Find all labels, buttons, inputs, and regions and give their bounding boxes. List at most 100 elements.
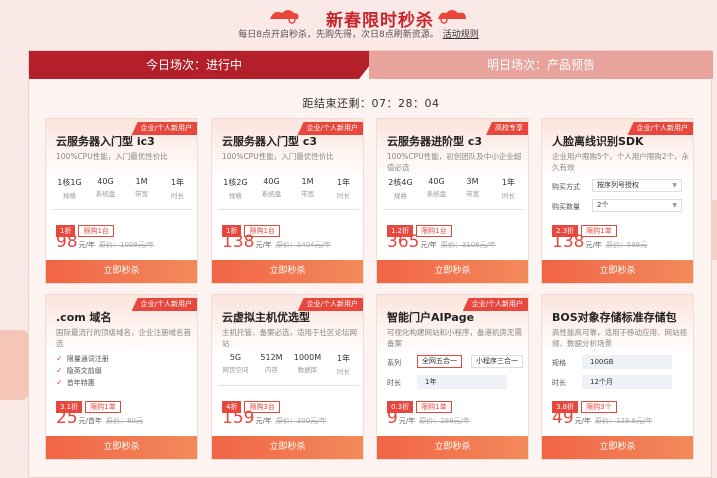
spec-item: 5G 网页空间 bbox=[222, 353, 249, 374]
price-unit: 元/年 bbox=[255, 417, 272, 425]
spec-item: 1年 时长 bbox=[336, 178, 351, 200]
check-icon: ✓ bbox=[56, 378, 63, 387]
buy-now-button[interactable]: 立即秒杀 bbox=[377, 436, 528, 459]
feature-item: ✓ 隐英文前缀 bbox=[56, 366, 102, 375]
user-tag-badge: 企业/个人新用户 bbox=[131, 298, 197, 311]
price-row: 98元/年 原价：1008元/年 bbox=[56, 232, 154, 254]
tab-today[interactable]: 今日场次：进行中 bbox=[29, 51, 359, 79]
spec-item: 1核2G 规格 bbox=[223, 178, 248, 200]
price-unit: 元/首年 bbox=[78, 417, 102, 425]
chevron-down-icon: ▼ bbox=[672, 202, 677, 209]
product-desc: 企业用户限购5个，个人用户限购2个，永久有效 bbox=[552, 152, 690, 172]
spec-item: 1年 时长 bbox=[501, 178, 516, 200]
product-card: 云服务器入门型 ic3 企业/个人新用户 100%CPU性能，入门最优性价比 1… bbox=[45, 118, 198, 284]
original-price: 原价：1404元/年 bbox=[275, 241, 331, 249]
product-card: BOS对象存储标准存储包 高性能高可靠，适用于移动应用、网站视频、数据分析场景 … bbox=[541, 294, 694, 460]
spec-list: 2核4G 规格 40G 系统盘 3M 带宽 1年 时长 bbox=[383, 177, 525, 201]
price: 138 bbox=[552, 232, 585, 252]
product-desc: 100%CPU性能，入门最优性价比 bbox=[56, 152, 168, 161]
spec-item: 512M 内存 bbox=[260, 353, 283, 374]
price-row: 159元/年 原价：300元/年 bbox=[222, 408, 327, 430]
check-icon: ✓ bbox=[56, 354, 63, 363]
page-subtitle: 每日8点开启秒杀，先购先得，次日8点刷新资源。 活动规则 bbox=[238, 30, 479, 40]
spec-item: 1M 带宽 bbox=[301, 177, 314, 198]
price-unit: 元/年 bbox=[585, 241, 602, 249]
price-row: 365元/年 原价：3108元/年 bbox=[387, 232, 496, 254]
spec-item: 1000M 数据库 bbox=[293, 353, 322, 374]
cloud-ornament-icon bbox=[438, 10, 466, 24]
price-row: 138元/年 原价：1404元/年 bbox=[222, 232, 331, 254]
spec-item: 40G 系统盘 bbox=[426, 177, 447, 198]
price-unit: 元/年 bbox=[398, 417, 416, 425]
product-desc: 可视化构建网站和小程序，备港机房无需备案 bbox=[387, 328, 522, 348]
price-row: 9元/年 原价：298元/年 bbox=[387, 408, 470, 430]
product-card: 云虚拟主机优选型 企业/个人新用户 主机托管、备案必选，适用于社区论坛网站 5G… bbox=[211, 294, 364, 460]
feature-item: ✓ 首年特惠 bbox=[56, 378, 95, 387]
series-option[interactable]: 全网五合一 bbox=[417, 355, 462, 368]
tab-tomorrow[interactable]: 明日场次：产品预告 bbox=[369, 51, 713, 79]
product-title: 人脸离线识别SDK bbox=[552, 135, 644, 148]
buy-now-button[interactable]: 立即秒杀 bbox=[212, 436, 363, 459]
original-price: 原价：129.6元/年 bbox=[595, 417, 653, 425]
feature-item: ✓ 限量通词注册 bbox=[56, 354, 109, 363]
price-row: 25元/首年 原价：80元 bbox=[56, 408, 143, 430]
buy-now-button[interactable]: 立即秒杀 bbox=[46, 260, 197, 283]
spec-item: 1年 时长 bbox=[336, 354, 351, 376]
cloud-ornament-icon bbox=[270, 10, 299, 24]
user-tag-badge: 企业/个人新用户 bbox=[131, 122, 197, 135]
purchase-method-select[interactable]: 按序列号授权 ▼ bbox=[592, 179, 682, 192]
session-tabs: 今日场次：进行中 明日场次：产品预告 bbox=[29, 51, 713, 79]
chevron-down-icon: ▼ bbox=[672, 182, 677, 189]
spec-item: 1核1G 规格 bbox=[57, 178, 82, 200]
spec-list: 1核1G 规格 40G 系统盘 1M 带宽 1年 时长 bbox=[52, 177, 194, 201]
original-price: 原价：3108元/年 bbox=[440, 241, 496, 249]
buy-now-button[interactable]: 立即秒杀 bbox=[542, 260, 693, 283]
feature-list: ✓ 限量通词注册 ✓ 隐英文前缀 ✓ 首年特惠 bbox=[56, 353, 109, 389]
buy-now-button[interactable]: 立即秒杀 bbox=[212, 260, 363, 283]
duration-value[interactable]: 1年 bbox=[417, 375, 507, 389]
price-unit: 元/年 bbox=[420, 241, 437, 249]
spec-value[interactable]: 100GB bbox=[582, 355, 672, 369]
spec-item: 3M 带宽 bbox=[466, 177, 479, 198]
product-title: 云服务器入门型 ic3 bbox=[56, 135, 155, 148]
countdown-timer: 距结束还剩：07：28：04 bbox=[302, 97, 440, 110]
product-title: 云服务器进阶型 c3 bbox=[387, 135, 483, 148]
product-desc: 主机托管、备案必选，适用于社区论坛网站 bbox=[222, 328, 357, 348]
price: 25 bbox=[56, 408, 78, 428]
original-price: 原价：80元 bbox=[106, 417, 143, 425]
spec-item: 40G 系统盘 bbox=[95, 177, 116, 198]
price: 49 bbox=[552, 408, 574, 428]
duration-value[interactable]: 12个月 bbox=[582, 375, 672, 389]
buy-now-button[interactable]: 立即秒杀 bbox=[46, 436, 197, 459]
original-price: 原价：1008元/年 bbox=[99, 241, 155, 249]
spec-item: 1M 带宽 bbox=[135, 177, 148, 198]
divider bbox=[218, 209, 359, 210]
original-price: 原价：300元/年 bbox=[275, 417, 327, 425]
price-unit: 元/年 bbox=[255, 241, 272, 249]
buy-now-button[interactable]: 立即秒杀 bbox=[542, 436, 693, 459]
product-desc: 高性能高可靠，适用于移动应用、网站视频、数据分析场景 bbox=[552, 328, 687, 348]
spec-item: 1年 时长 bbox=[170, 178, 185, 200]
product-title: .com 域名 bbox=[56, 311, 112, 324]
user-tag-badge: 高校专享 bbox=[486, 122, 528, 135]
product-title: 智能门户AIPage bbox=[387, 311, 475, 324]
rules-link[interactable]: 活动规则 bbox=[443, 30, 479, 40]
product-title: 云服务器入门型 c3 bbox=[222, 135, 318, 148]
user-tag-badge: 企业/个人新用户 bbox=[462, 298, 528, 311]
flash-sale-panel: 今日场次：进行中 明日场次：产品预告 距结束还剩：07：28：04 云服务器入门… bbox=[28, 50, 713, 478]
price-unit: 元/年 bbox=[78, 241, 95, 249]
buy-now-button[interactable]: 立即秒杀 bbox=[377, 260, 528, 283]
user-tag-badge: 企业/个人新用户 bbox=[297, 298, 363, 311]
page-header: 新春限时秒杀 每日8点开启秒杀，先购先得，次日8点刷新资源。 活动规则 bbox=[0, 0, 717, 46]
product-desc: 国际最流行的顶级域名，企业注册域名首选 bbox=[56, 328, 191, 348]
product-desc: 100%CPU性能，入门最优性价比 bbox=[222, 152, 334, 161]
product-card: .com 域名 企业/个人新用户 国际最流行的顶级域名，企业注册域名首选 ✓ 限量… bbox=[45, 294, 198, 460]
spec-item: 2核4G 规格 bbox=[388, 178, 413, 200]
product-card: 云服务器入门型 c3 企业/个人新用户 100%CPU性能，入门最优性价比 1核… bbox=[211, 118, 364, 284]
divider bbox=[218, 385, 359, 386]
quantity-select[interactable]: 2个 ▼ bbox=[592, 199, 682, 212]
original-price: 原价：298元/年 bbox=[419, 417, 470, 425]
series-option[interactable]: 小程序三合一 bbox=[471, 355, 523, 368]
divider bbox=[383, 209, 524, 210]
spec-list: 5G 网页空间 512M 内存 1000M 数据库 1年 时长 bbox=[218, 353, 360, 377]
